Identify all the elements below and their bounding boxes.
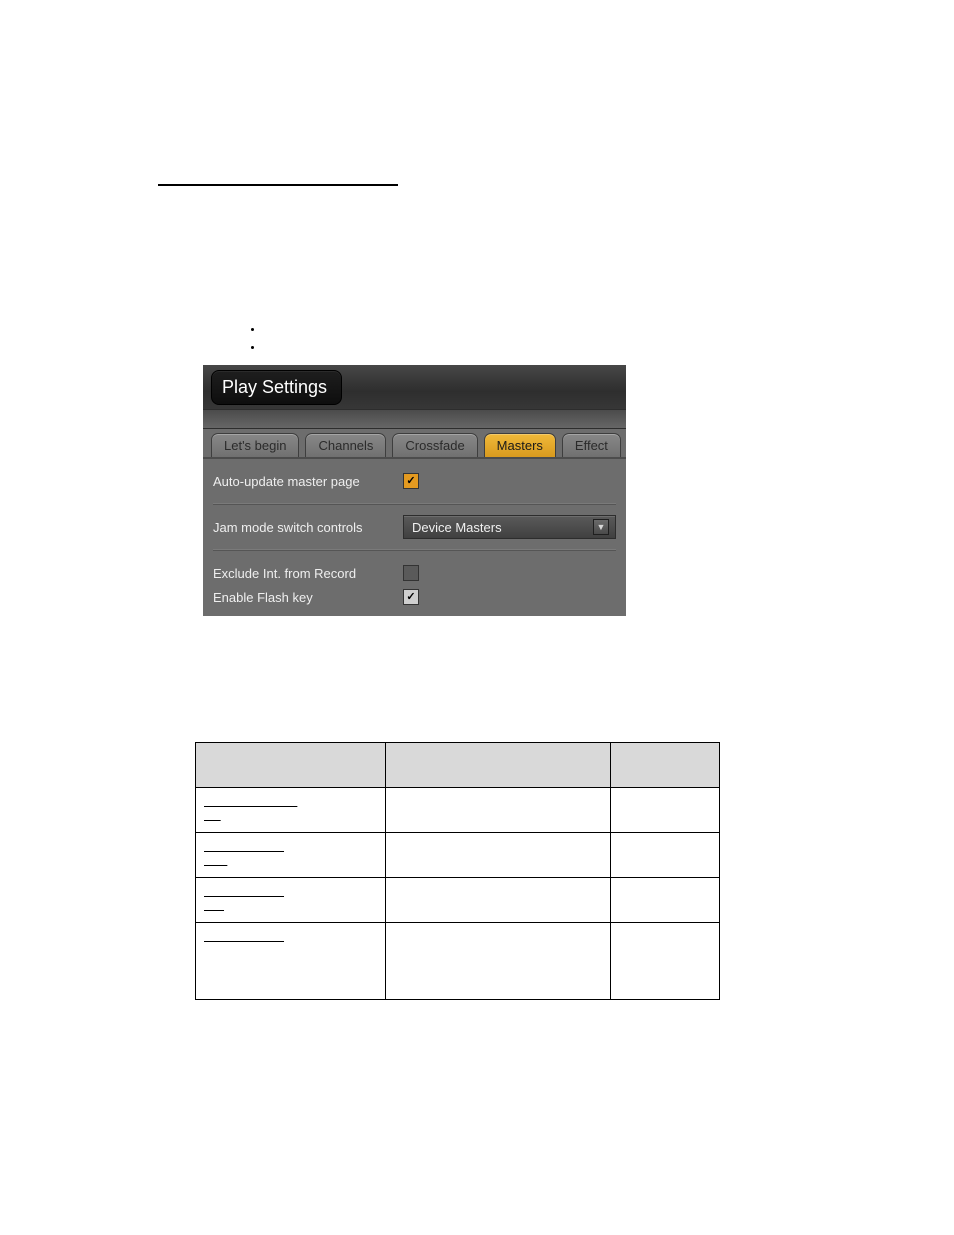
row-link-2[interactable] (204, 898, 224, 912)
table-row (196, 923, 720, 1000)
table-row (196, 833, 720, 878)
table-row (196, 878, 720, 923)
window-title: Play Settings (211, 370, 342, 405)
options-table (195, 742, 720, 1000)
col-header-1 (196, 743, 386, 788)
tabstrip: Let's begin Channels Crossfade Masters E… (203, 429, 626, 459)
masters-panel: Auto-update master page Jam mode switch … (203, 459, 626, 609)
exclude-label: Exclude Int. from Record (213, 566, 403, 581)
table-header-row (196, 743, 720, 788)
tab-effect[interactable]: Effect (562, 433, 621, 457)
row-link[interactable] (204, 884, 284, 898)
row-link-2[interactable] (204, 808, 221, 822)
flash-checkbox[interactable] (403, 589, 419, 605)
bullet-list (224, 324, 264, 360)
row-link[interactable] (204, 794, 297, 808)
col-header-2 (386, 743, 611, 788)
row-link[interactable] (204, 839, 284, 853)
titlebar: Play Settings (203, 365, 626, 409)
titlebar-gradient (203, 409, 626, 429)
tab-masters[interactable]: Masters (484, 433, 556, 457)
col-header-3 (610, 743, 719, 788)
play-settings-screenshot: Play Settings Let's begin Channels Cross… (203, 365, 626, 616)
chevron-down-icon: ▼ (593, 519, 609, 535)
row-exclude: Exclude Int. from Record (203, 561, 626, 585)
jam-mode-select[interactable]: Device Masters ▼ (403, 515, 616, 539)
row-flash: Enable Flash key (203, 585, 626, 609)
tab-channels[interactable]: Channels (305, 433, 386, 457)
section-rule (158, 184, 398, 186)
tab-crossfade[interactable]: Crossfade (392, 433, 477, 457)
tab-lets-begin[interactable]: Let's begin (211, 433, 299, 457)
flash-label: Enable Flash key (213, 590, 403, 605)
exclude-checkbox[interactable] (403, 565, 419, 581)
row-link-2[interactable] (204, 853, 227, 867)
table-row (196, 788, 720, 833)
jam-mode-label: Jam mode switch controls (213, 520, 403, 535)
auto-update-label: Auto-update master page (213, 474, 403, 489)
jam-mode-value: Device Masters (412, 520, 502, 535)
row-link[interactable] (204, 929, 284, 943)
row-auto-update: Auto-update master page (203, 459, 626, 503)
row-jam-mode: Jam mode switch controls Device Masters … (203, 505, 626, 549)
auto-update-checkbox[interactable] (403, 473, 419, 489)
